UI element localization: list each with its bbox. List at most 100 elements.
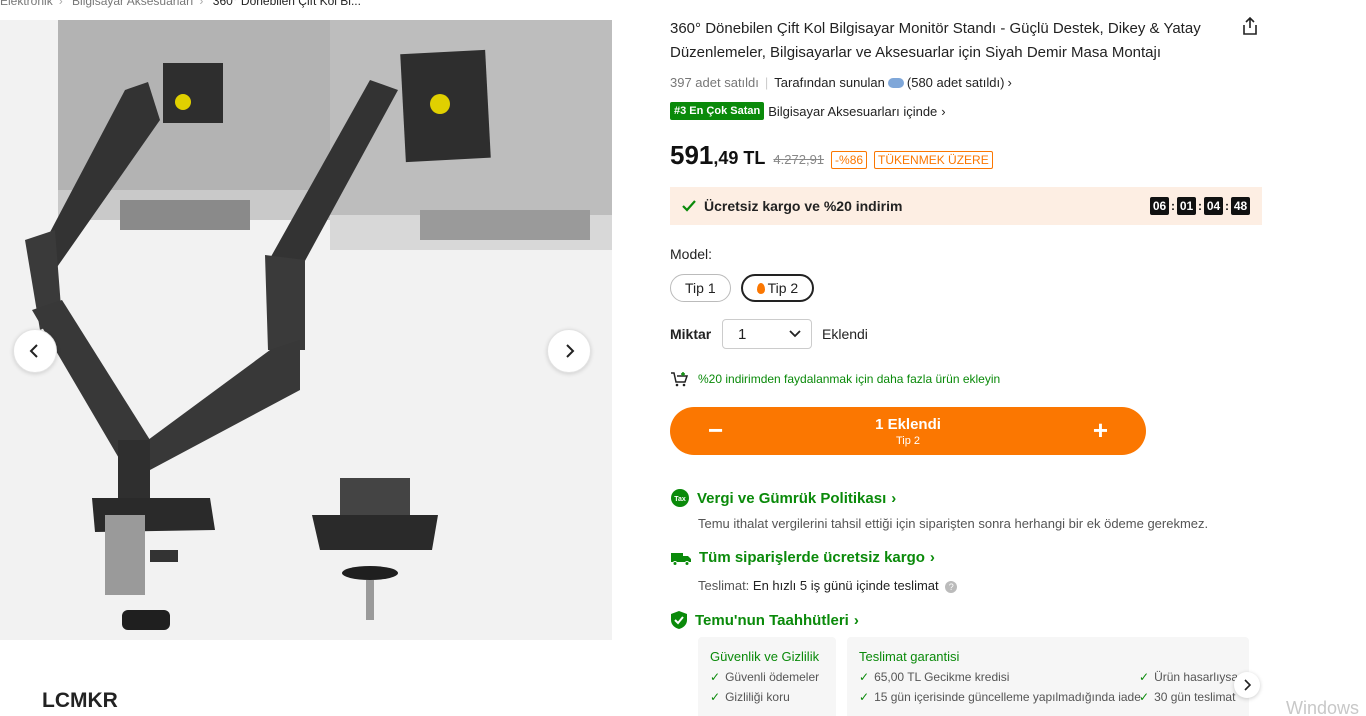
bestseller-rank[interactable]: #3 En Çok Satan Bilgisayar Aksesuarları … [670,102,946,120]
delivery-guarantee-card[interactable]: Teslimat garantisi ✓ 65,00 TL Gecikme kre… [847,637,1249,716]
truck-icon [671,552,691,566]
gallery-next-button[interactable] [547,329,591,373]
share-icon [1243,16,1257,35]
promo-banner: Ücretsiz kargo ve %20 indirim 06: 01: 04… [670,187,1262,225]
share-button[interactable] [1240,16,1260,41]
gallery-prev-button[interactable] [13,329,57,373]
divider: | [764,75,769,90]
os-watermark: Windows [1286,698,1360,716]
breadcrumb: Elektronik › Bilgisayar Aksesuarları › 360… [0,0,367,8]
commitments-title: Temu'nun Taahhütleri [695,611,849,629]
timer-hundredths: 48 [1231,197,1250,215]
chevron-right-icon [566,344,575,358]
chevron-left-icon [29,344,38,358]
model-label: Model: [670,246,713,262]
timer-hours: 06 [1150,197,1169,215]
timer-colon: : [1171,199,1175,213]
model-option-tip-1[interactable]: Tip 1 [670,274,731,302]
check-icon: ✓ [859,670,870,684]
chevron-right-icon: › [1007,75,1012,90]
model-option-label: Tip 1 [685,280,716,296]
delivery-info: Teslimat: En hızlı 5 iş günü içinde tesl… [698,578,958,593]
price-original: 4.272,91 [773,152,825,167]
breadcrumb-separator: › [58,0,63,8]
product-image-gallery[interactable] [0,20,612,640]
model-option-label: Tip 2 [767,280,799,296]
chevron-down-icon [789,330,801,338]
security-card-title: Güvenlik ve Gizlilik [710,649,820,664]
discount-badge: -%86 [831,151,868,169]
check-icon: ✓ [1139,690,1150,704]
breadcrumb-item-electronics[interactable]: Elektronik [0,0,53,8]
flame-icon [756,282,765,294]
delivery-item: ✓ 65,00 TL Gecikme kredisi [859,670,1139,684]
free-shipping-title: Tüm siparişlerde ücretsiz kargo [699,549,925,566]
upsell-text: %20 indirimden faydalanmak için daha faz… [698,372,1001,386]
free-shipping-link[interactable]: Tüm siparişlerde ücretsiz kargo › [670,549,935,566]
brand-name[interactable]: LCMKR [42,689,118,713]
cart-added-count: 1 Eklendi [875,415,941,433]
product-title: 360° Dönebilen Çift Kol Bilgisayar Monit… [670,20,1201,61]
delivery-prefix: Teslimat: [698,578,750,593]
tax-policy-description: Temu ithalat vergilerini tahsil ettiği i… [698,516,1209,531]
chevron-right-icon: › [853,611,859,629]
chevron-right-icon: › [929,549,935,566]
delivery-item: ✓ 15 gün içerisinde güncelleme yapılmadığ… [859,690,1141,704]
tax-icon: Tax [671,489,689,507]
chevron-right-icon: › [891,489,897,507]
delivery-item-label: 15 gün içerisinde güncelleme yapılmadığı… [874,690,1141,704]
check-icon: ✓ [1139,670,1150,684]
help-icon[interactable]: ? [945,580,958,593]
delivery-item-label: 65,00 TL Gecikme kredisi [874,670,1010,684]
breadcrumb-item-computer-accessories[interactable]: Bilgisayar Aksesuarları [72,0,193,8]
sold-count: 397 adet satıldı [670,75,759,90]
shield-check-icon [671,611,687,629]
quantity-label: Miktar [670,326,712,342]
security-item-label: Güvenli ödemeler [725,670,820,684]
timer-minutes: 01 [1177,197,1196,215]
tax-policy-title: Vergi ve Gümrük Politikası [697,489,887,507]
delivery-item: ✓ 30 gün teslimat i [1139,690,1237,704]
tax-policy-link[interactable]: Tax Vergi ve Gümrük Politikası › [670,488,896,508]
model-options: Tip 1 Tip 2 [670,274,824,302]
svg-text:Tax: Tax [674,496,686,503]
bestseller-badge: #3 En Çok Satan [670,102,765,120]
decrease-quantity-button[interactable]: − [708,416,723,444]
timer-seconds: 04 [1204,197,1223,215]
commitments-link[interactable]: Temu'nun Taahhütleri › [670,610,859,630]
delivery-item-label: Ürün hasarlıysa [1154,670,1237,684]
timer-colon: : [1225,199,1229,213]
check-icon [682,200,696,212]
check-icon: ✓ [710,670,721,684]
chevron-right-icon: › [941,103,946,119]
quantity-value: 1 [738,325,747,343]
security-card[interactable]: Güvenlik ve Gizlilik ✓ Güvenli ödemeler ✓… [698,637,836,716]
seller-link[interactable]: Tarafından sunulan (580 adet satıldı) › [774,75,1012,90]
chevron-right-icon [1244,679,1251,691]
seller-logo-icon [887,77,904,88]
model-option-tip-2[interactable]: Tip 2 [740,274,815,302]
price-row: 591 ,49 TL 4.272,91 -%86 TÜKENMEK ÜZERE [670,140,993,171]
price-decimals: ,49 [713,148,739,168]
cards-next-button[interactable] [1234,672,1260,698]
seller-sold-count: (580 adet satıldı) [906,75,1005,90]
delivery-item: ✓ Ürün hasarlıysa [1139,670,1237,684]
add-to-cart-button[interactable]: − 1 Eklendi Tip 2 + [670,407,1146,455]
price-main: 591 [670,140,714,170]
cart-variant: Tip 2 [895,434,921,447]
breadcrumb-separator: › [199,0,204,8]
upsell-hint: %20 indirimden faydalanmak için daha faz… [670,371,1000,387]
seller-prefix: Tarafından sunulan [774,75,885,90]
quantity-select[interactable]: 1 [722,319,812,349]
increase-quantity-button[interactable]: + [1093,416,1108,444]
rank-category: Bilgisayar Aksesuarları içinde [768,103,938,119]
security-item: ✓ Gizliliği koru [710,690,824,704]
breadcrumb-item-current: 360° Dönebilen Çift Kol Bi... [212,0,361,8]
security-item: ✓ Güvenli ödemeler [710,670,824,684]
promo-text: Ücretsiz kargo ve %20 indirim [704,198,903,214]
check-icon: ✓ [859,690,870,704]
delivery-card-title: Teslimat garantisi [859,649,960,664]
countdown-timer: 06: 01: 04: 48 [1150,197,1250,215]
quantity-added-label: Eklendi [822,326,868,342]
product-meta: 397 adet satıldı | Tarafından sunulan (5… [670,75,1012,90]
